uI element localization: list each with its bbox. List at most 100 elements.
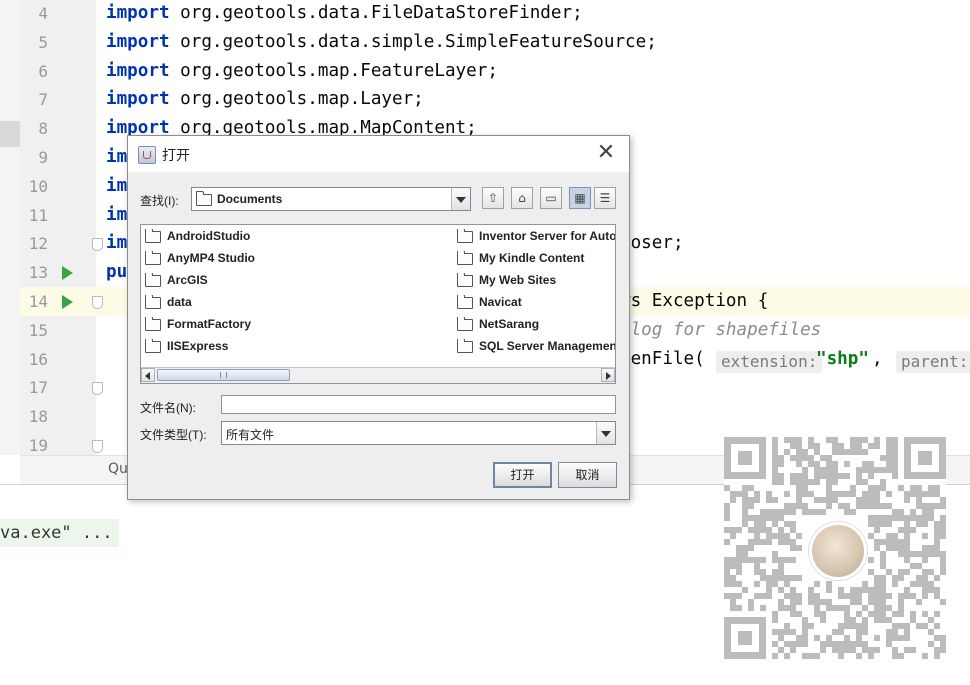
qr-module	[910, 593, 916, 599]
breadcrumb[interactable]: Qu	[108, 461, 128, 477]
qr-module	[778, 587, 784, 593]
qr-module	[838, 641, 844, 647]
folder-icon	[457, 251, 473, 265]
qr-module	[928, 551, 934, 557]
qr-module	[760, 539, 766, 545]
qr-module	[766, 491, 772, 497]
qr-module	[874, 485, 880, 491]
file-type-combo[interactable]: 所有文件	[221, 421, 616, 445]
chevron-down-icon[interactable]	[451, 188, 470, 210]
file-list-item-label: AndroidStudio	[167, 229, 251, 243]
line-number: 7	[38, 90, 48, 110]
file-list-item[interactable]: FormatFactory	[145, 317, 345, 337]
file-list-item[interactable]: My Kindle Content	[457, 251, 615, 271]
file-list-item[interactable]: My Web Sites	[457, 273, 615, 293]
scroll-left-icon[interactable]	[141, 368, 155, 382]
close-icon[interactable]: ✕	[594, 142, 618, 166]
qr-module	[814, 467, 820, 473]
qr-module	[808, 653, 814, 659]
qr-module	[784, 641, 790, 647]
file-list-item[interactable]: SQL Server Management	[457, 339, 615, 359]
string-literal: "shp"	[816, 348, 869, 369]
file-list-item[interactable]: Inventor Server for AutoC	[457, 229, 615, 249]
fold-marker-icon[interactable]	[92, 382, 103, 396]
qr-logo-avatar	[809, 522, 867, 580]
file-list-item[interactable]: AnyMP4 Studio	[145, 251, 345, 271]
line-number: 18	[28, 407, 48, 427]
qr-module	[922, 557, 928, 563]
file-list-item[interactable]: AndroidStudio	[145, 229, 345, 249]
qr-module	[772, 569, 778, 575]
qr-module	[910, 647, 916, 653]
qr-module	[862, 449, 868, 455]
file-name-input[interactable]	[221, 395, 616, 414]
file-list-item[interactable]: IISExpress	[145, 339, 345, 359]
qr-module	[820, 611, 826, 617]
file-list-item[interactable]: ArcGIS	[145, 273, 345, 293]
code-line[interactable]: 6 import org.geotools.map.FeatureLayer;	[20, 57, 970, 86]
qr-module	[736, 545, 742, 551]
code-line[interactable]: 5 import org.geotools.data.simple.SimpleF…	[20, 28, 970, 57]
qr-module	[874, 503, 880, 509]
qr-module	[796, 533, 802, 539]
cancel-button[interactable]: 取消	[558, 462, 617, 488]
qr-module	[778, 527, 784, 533]
qr-module	[826, 497, 832, 503]
up-one-level-button[interactable]: ⇧	[482, 187, 504, 209]
qr-module	[796, 503, 802, 509]
qr-module	[850, 443, 856, 449]
qr-module	[748, 599, 754, 605]
qr-module	[832, 497, 838, 503]
line-number: 17	[28, 378, 48, 398]
qr-module	[886, 521, 892, 527]
horizontal-scrollbar[interactable]	[141, 367, 615, 383]
look-in-combo[interactable]: Documents	[191, 187, 471, 211]
qr-module	[820, 647, 826, 653]
chevron-down-icon[interactable]	[596, 422, 615, 444]
file-list[interactable]: AndroidStudio AnyMP4 Studio ArcGIS data Form…	[140, 224, 616, 384]
qr-module	[880, 515, 886, 521]
qr-module	[724, 581, 730, 587]
dialog-titlebar[interactable]: 打开 ✕	[128, 136, 629, 172]
home-button[interactable]: ⌂	[511, 187, 533, 209]
line-number: 13	[28, 263, 48, 283]
qr-module	[796, 575, 802, 581]
scroll-right-icon[interactable]	[601, 368, 615, 382]
qr-module	[874, 491, 880, 497]
file-list-item[interactable]: data	[145, 295, 345, 315]
qr-module	[844, 473, 850, 479]
qr-module	[886, 461, 892, 467]
qr-module	[754, 557, 760, 563]
qr-module	[754, 533, 760, 539]
run-gutter-icon[interactable]	[62, 266, 73, 281]
qr-module	[820, 497, 826, 503]
fold-marker-icon[interactable]	[92, 238, 103, 252]
qr-module	[886, 443, 892, 449]
open-button[interactable]: 打开	[493, 462, 552, 488]
qr-module	[820, 641, 826, 647]
qr-module	[898, 575, 904, 581]
new-folder-button[interactable]: ▭	[540, 187, 562, 209]
qr-module	[826, 491, 832, 497]
line-number: 10	[28, 176, 48, 196]
fold-marker-icon[interactable]	[92, 296, 103, 309]
code-line[interactable]: 4 import org.geotools.data.FileDataStoreF…	[20, 0, 970, 28]
qr-module	[874, 593, 880, 599]
file-list-item[interactable]: NetSarang	[457, 317, 615, 337]
qr-module	[778, 575, 784, 581]
scrollbar-thumb[interactable]	[157, 369, 290, 381]
qr-module	[730, 491, 736, 497]
qr-module	[742, 503, 748, 509]
code-line[interactable]: 7 import org.geotools.map.Layer;	[20, 85, 970, 114]
qr-module	[862, 491, 868, 497]
file-list-item[interactable]: Navicat	[457, 295, 615, 315]
run-gutter-icon[interactable]	[62, 295, 73, 309]
qr-module	[886, 437, 892, 443]
qr-module	[826, 581, 832, 587]
qr-module	[934, 545, 940, 551]
qr-module	[886, 605, 892, 611]
qr-module	[856, 635, 862, 641]
details-view-button[interactable]: ☰	[594, 187, 616, 209]
fold-marker-icon[interactable]	[92, 440, 103, 453]
list-view-button[interactable]: ▦	[569, 187, 591, 209]
